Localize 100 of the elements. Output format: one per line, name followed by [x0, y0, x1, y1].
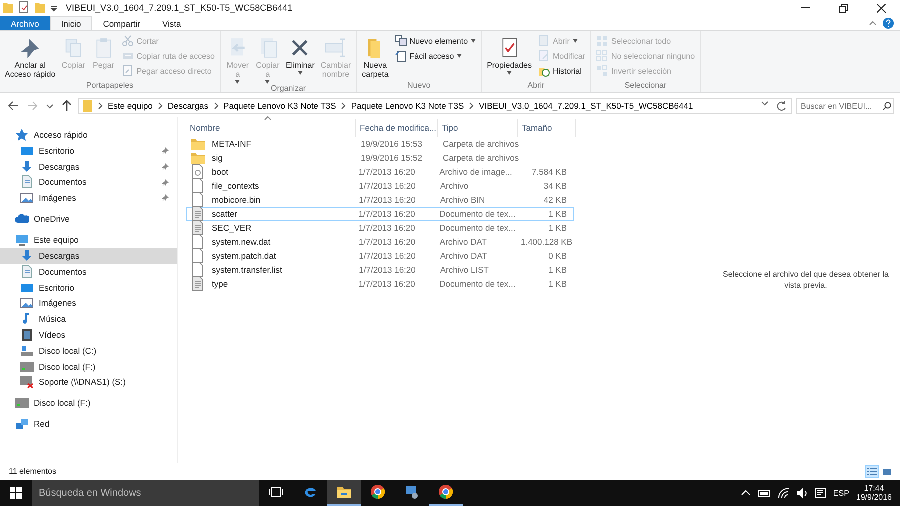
type-cell-text: Carpeta de archivos: [442, 139, 519, 149]
nav-item[interactable]: Escritorio: [0, 280, 177, 296]
file-row[interactable]: type 1/7/2013 16:20 Documento de tex... 1 KB: [186, 277, 574, 291]
nav-item[interactable]: Disco local (F:): [0, 358, 177, 375]
nav-item[interactable]: Descargas: [0, 248, 177, 264]
file-icon: [190, 234, 206, 250]
chevron-icon: [469, 102, 474, 110]
volume-icon: [797, 488, 808, 498]
date-cell-text: 1/7/2013 16:20: [358, 167, 416, 177]
size-cell-text: 42 KB: [542, 195, 568, 205]
new-item-icon: [394, 35, 407, 47]
size-cell-text: 1 KB: [548, 223, 568, 233]
file-row[interactable]: boot 1/7/2013 16:20 Archivo de image... 7.584 KB: [186, 165, 574, 179]
chevron-down-icon: [761, 101, 769, 106]
file-icon: [190, 248, 206, 264]
chevron-icon: [158, 102, 163, 110]
ribbon-button[interactable]: Propiedades: [485, 34, 534, 81]
taskbar-search-field[interactable]: Búsqueda en Windows: [32, 480, 259, 506]
nav-item[interactable]: Este equipo: [0, 232, 177, 248]
ribbon-button[interactable]: Historial: [536, 64, 588, 78]
folder-icon: [2, 1, 14, 15]
ribbon-tab[interactable]: Archivo: [0, 16, 50, 30]
file-row[interactable]: system.patch.dat 1/7/2013 16:20 Archivo DAT 0 KB: [186, 249, 574, 263]
type-cell-text: Documento de tex...: [438, 279, 516, 289]
chevron-icon: [341, 102, 346, 110]
column-header[interactable]: Tamaño: [518, 119, 576, 137]
view-button[interactable]: [865, 465, 879, 478]
nav-item[interactable]: Documentos: [0, 264, 177, 280]
type-cell-text: Archivo BIN: [439, 195, 486, 205]
breadcrumb[interactable]: Este equipo: [108, 101, 153, 111]
computer-icon: [15, 233, 29, 248]
nav-item[interactable]: Vídeos: [0, 327, 177, 343]
download-icon: [20, 249, 34, 264]
windows-logo-icon: [10, 487, 22, 499]
column-header[interactable]: Tipo: [438, 119, 518, 137]
nav-item[interactable]: Documentos: [0, 174, 177, 190]
size-cell-text: 1 KB: [548, 279, 568, 289]
nav-item[interactable]: Soporte (\\DNAS1) (S:): [0, 374, 177, 390]
size-cell-text: 7.584 KB: [531, 167, 568, 177]
clock[interactable]: 17:44 19/9/2016: [856, 484, 892, 502]
nav-item[interactable]: Imágenes: [0, 190, 177, 206]
ribbon-button[interactable]: Nueva carpeta: [360, 34, 391, 81]
collapse-ribbon-icon: [869, 20, 877, 26]
document-icon: [20, 264, 34, 279]
back-arrow-icon: [8, 101, 19, 111]
ribbon-button[interactable]: Nuevo elemento: [392, 34, 478, 48]
back-button[interactable]: [6, 101, 21, 111]
file-row[interactable]: scatter 1/7/2013 16:20 Documento de tex... 1 KB: [186, 207, 574, 221]
type-cell-text: Archivo DAT: [439, 251, 488, 261]
nav-item[interactable]: Música: [0, 311, 177, 328]
details-view-icon: [867, 468, 877, 476]
recent-locations-button[interactable]: [44, 104, 56, 108]
large-icons-view-icon: [882, 468, 892, 476]
breadcrumb[interactable]: Paquete Lenovo K3 Note T3S: [351, 101, 464, 111]
address-bar[interactable]: Este equipo Descargas Paquete Lenovo K3 Note T3S Paquete Lenovo K3 Note T3S VIBEUI_V3.0_1604_7.209.1_ST_K50-T5_WC58CB6441: [78, 98, 792, 114]
file-name: system.transfer.list: [212, 265, 282, 275]
group-label: Organizar: [270, 84, 308, 94]
network-computer-icon: [404, 484, 420, 500]
column-header[interactable]: Fecha de modifica...: [356, 119, 438, 137]
type-cell-text: Documento de tex...: [438, 209, 516, 219]
folder-icon: [34, 1, 46, 15]
file-row[interactable]: system.new.dat 1/7/2013 16:20 Archivo DAT 1.400.128 KB: [186, 235, 574, 249]
date-cell-text: 1/7/2013 16:20: [358, 251, 417, 261]
ribbon-tab[interactable]: Inicio: [50, 16, 92, 30]
nav-item[interactable]: Escritorio: [0, 143, 177, 159]
date-cell-text: 19/9/2016 15:53: [360, 139, 424, 149]
file-row[interactable]: META-INF 19/9/2016 15:53 Carpeta de archivos: [186, 137, 574, 151]
file-name: META-INF: [212, 139, 252, 149]
chevron-down-icon: [46, 104, 54, 108]
ribbon-button[interactable]: Eliminar: [284, 34, 317, 84]
nav-item[interactable]: Red: [0, 416, 177, 432]
chevron-up-icon: [741, 490, 752, 496]
select-all-icon: [596, 35, 608, 47]
search-field[interactable]: Buscar en VIBEUI...: [796, 98, 894, 114]
file-name: sig: [212, 153, 223, 163]
file-row[interactable]: file_contexts 1/7/2013 16:20 Archivo 34 KB: [186, 179, 574, 193]
file-row[interactable]: mobicore.bin 1/7/2013 16:20 Archivo BIN 42 KB: [186, 193, 574, 207]
nav-item[interactable]: Descargas: [0, 158, 177, 175]
forward-arrow-icon: [27, 101, 38, 111]
file-row[interactable]: sig 19/9/2016 15:52 Carpeta de archivos: [186, 151, 574, 165]
browser-icon: [438, 484, 454, 500]
type-cell-text: Archivo de image...: [438, 167, 514, 177]
breadcrumb[interactable]: VIBEUI_V3.0_1604_7.209.1_ST_K50-T5_WC58CB6441: [479, 101, 694, 111]
file-row[interactable]: SEC_VER 1/7/2013 16:20 Documento de tex... 1 KB: [186, 221, 574, 235]
group-label: Abrir: [526, 81, 546, 92]
ribbon-button[interactable]: Fácil acceso: [392, 49, 478, 63]
breadcrumb[interactable]: Descargas: [168, 101, 209, 111]
nav-item[interactable]: Imágenes: [0, 296, 177, 312]
file-name: type: [212, 279, 228, 289]
file-row[interactable]: system.transfer.list 1/7/2013 16:20 Archivo LIST 1 KB: [186, 263, 574, 277]
nav-item[interactable]: Disco local (F:): [0, 395, 177, 412]
ribbon-button[interactable]: Anclar al Acceso rápido: [3, 34, 58, 81]
breadcrumb[interactable]: Paquete Lenovo K3 Note T3S: [224, 101, 336, 111]
nav-item[interactable]: Disco local (C:): [0, 342, 177, 359]
taskbar-app[interactable]: [327, 480, 361, 506]
up-button[interactable]: [60, 100, 74, 112]
column-header[interactable]: Nombre: [186, 119, 356, 137]
nav-item[interactable]: Acceso rápido: [0, 127, 177, 143]
language-indicator[interactable]: ESP: [833, 488, 850, 498]
nav-item[interactable]: OneDrive: [0, 211, 177, 228]
